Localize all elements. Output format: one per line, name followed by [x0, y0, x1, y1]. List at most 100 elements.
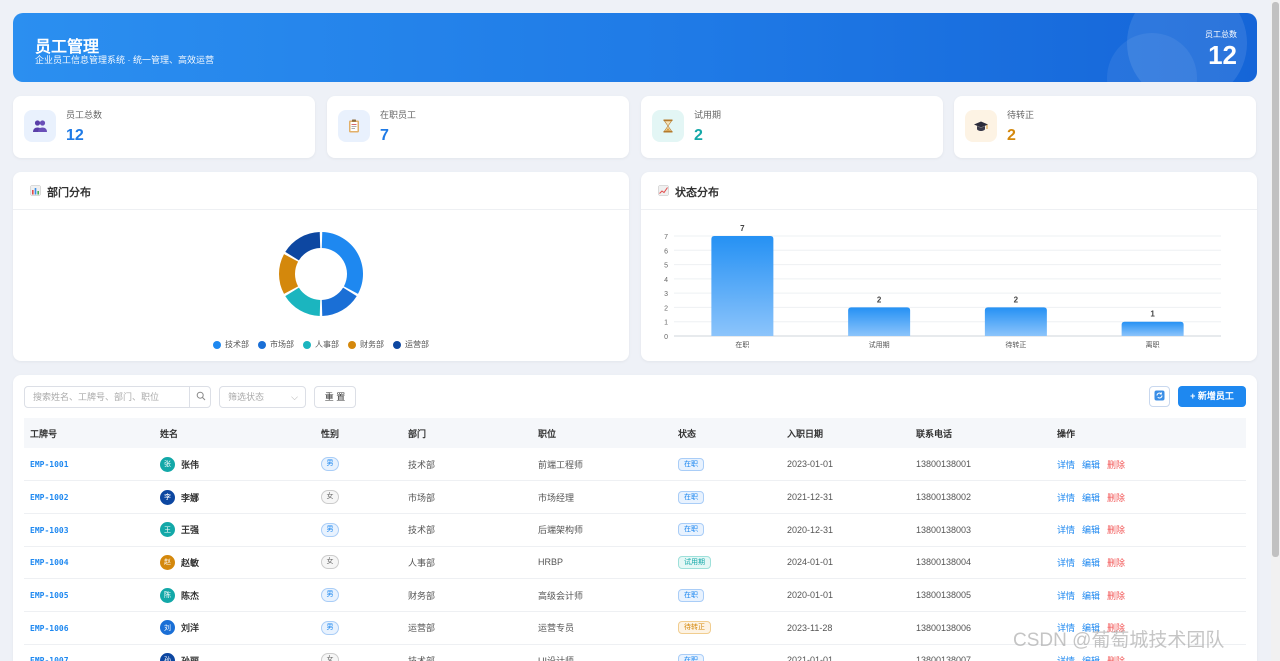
add-employee-button[interactable]: + 新增员工 [1178, 386, 1246, 407]
employee-id[interactable]: EMP-1003 [30, 526, 69, 535]
employee-id[interactable]: EMP-1005 [30, 591, 69, 600]
employee-name: 张伟 [181, 459, 200, 470]
bar-在职[interactable] [711, 236, 774, 336]
hire-date-cell: 2023-01-01 [787, 459, 834, 470]
bar-value-label: 2 [877, 295, 882, 304]
header-total-value: 12 [1208, 40, 1237, 70]
edit-link[interactable]: 编辑 [1082, 591, 1100, 601]
column-header[interactable]: 入职日期 [781, 418, 910, 448]
column-header[interactable]: 姓名 [154, 418, 315, 448]
x-tick-label: 待转正 [1005, 340, 1026, 349]
people-icon [24, 110, 56, 142]
delete-link[interactable]: 删除 [1107, 460, 1125, 470]
edit-link[interactable]: 编辑 [1082, 558, 1100, 568]
phone-cell: 13800138004 [916, 557, 972, 568]
status-badge: 试用期 [678, 555, 711, 569]
stat-label: 待转正 [1007, 110, 1035, 120]
detail-link[interactable]: 详情 [1057, 656, 1075, 661]
panel-title: 状态分布 [675, 187, 719, 199]
table-row[interactable]: EMP-1005 陈陈杰男财务部 高级会计师 在职 2020-01-01 13800138… [24, 579, 1246, 612]
employee-name-cell: 赵赵敏 [160, 554, 315, 570]
legend-item[interactable]: 市场部 [258, 339, 294, 350]
search-input[interactable]: 搜索姓名、工牌号、部门、职位 [24, 386, 211, 408]
position-cell: 运营专员 [538, 623, 575, 634]
table-row[interactable]: EMP-1001 张张伟男技术部 前端工程师 在职 2023-01-01 13800138… [24, 448, 1246, 481]
edit-link[interactable]: 编辑 [1082, 656, 1100, 661]
employee-id[interactable]: EMP-1006 [30, 624, 69, 633]
donut-slice-技术部[interactable] [321, 232, 363, 294]
status-filter-select[interactable]: 筛选状态 ⌵ [219, 386, 306, 408]
column-header[interactable]: 性别 [315, 418, 402, 448]
bar-试用期[interactable] [848, 307, 911, 336]
employee-name: 王强 [181, 525, 200, 536]
employee-name-cell: 李李娜 [160, 489, 315, 505]
hourglass-icon [652, 110, 684, 142]
column-header[interactable]: 职位 [532, 418, 672, 448]
search-button[interactable] [189, 386, 211, 408]
column-header[interactable]: 状态 [672, 418, 781, 448]
column-header[interactable]: 工牌号 [24, 418, 154, 448]
employee-name: 李娜 [181, 492, 200, 503]
refresh-icon [1154, 388, 1165, 406]
legend-swatch [393, 340, 401, 349]
legend-item[interactable]: 技术部 [213, 339, 249, 350]
delete-link[interactable]: 删除 [1107, 558, 1125, 568]
y-tick-label: 1 [664, 320, 668, 327]
legend-swatch [213, 340, 221, 349]
detail-link[interactable]: 详情 [1057, 591, 1075, 601]
scrollbar-thumb[interactable] [1272, 2, 1279, 557]
position-cell: 前端工程师 [538, 459, 584, 470]
delete-link[interactable]: 删除 [1107, 656, 1125, 661]
stat-card-total: 员工总数 12 [13, 96, 315, 158]
employee-id[interactable]: EMP-1007 [30, 656, 69, 661]
employee-id[interactable]: EMP-1004 [30, 558, 69, 567]
status-badge: 在职 [678, 490, 704, 504]
page-scrollbar[interactable] [1271, 0, 1280, 661]
hire-date-cell: 2024-01-01 [787, 557, 834, 568]
bar-离职[interactable] [1121, 321, 1184, 336]
donut-slice-市场部[interactable] [321, 287, 357, 316]
stat-card-pending: 待转正 2 [954, 96, 1256, 158]
legend-item[interactable]: 人事部 [303, 339, 339, 350]
delete-link[interactable]: 删除 [1107, 525, 1125, 535]
table-row[interactable]: EMP-1004 赵赵敏女人事部 HRBP 试用期 2024-01-01 13800138… [24, 546, 1246, 579]
legend-item[interactable]: 财务部 [348, 339, 384, 350]
detail-link[interactable]: 详情 [1057, 493, 1075, 503]
donut-slice-财务部[interactable] [279, 254, 299, 294]
bar-待转正[interactable] [984, 307, 1047, 336]
edit-link[interactable]: 编辑 [1082, 525, 1100, 535]
refresh-button[interactable] [1149, 386, 1170, 407]
detail-link[interactable]: 详情 [1057, 460, 1075, 470]
department-cell: 市场部 [408, 492, 436, 503]
employee-id[interactable]: EMP-1002 [30, 493, 69, 502]
avatar: 刘 [160, 620, 175, 636]
status-bar-chart: 0 1 2 3 4 5 6 7 7 在职 2 试用期 2 待转正 1 离职 [664, 224, 1221, 349]
reset-button[interactable]: 重 置 [314, 386, 356, 408]
legend-item[interactable]: 运营部 [393, 339, 429, 350]
legend-label: 人事部 [315, 340, 339, 349]
gender-badge: 男 [321, 522, 339, 537]
stat-label: 员工总数 [66, 110, 103, 120]
donut-slice-人事部[interactable] [285, 287, 321, 316]
edit-link[interactable]: 编辑 [1082, 493, 1100, 503]
status-badge: 在职 [678, 588, 704, 602]
edit-link[interactable]: 编辑 [1082, 460, 1100, 470]
employee-id[interactable]: EMP-1001 [30, 460, 69, 469]
position-cell: 市场经理 [538, 492, 575, 503]
column-header[interactable]: 部门 [402, 418, 532, 448]
avatar: 王 [160, 522, 175, 538]
detail-link[interactable]: 详情 [1057, 525, 1075, 535]
table-row[interactable]: EMP-1002 李李娜女市场部 市场经理 在职 2021-12-31 138001380… [24, 481, 1246, 514]
column-header[interactable]: 联系电话 [910, 418, 1051, 448]
chevron-down-icon: ⌵ [291, 392, 298, 402]
dept-distribution-panel: 部门分布 技术部 市场部 人事部 财务部 运营部 [13, 172, 629, 361]
donut-slice-运营部[interactable] [285, 232, 321, 261]
gender-badge: 男 [321, 620, 339, 635]
table-row[interactable]: EMP-1003 王王强男技术部 后端架构师 在职 2020-12-31 13800138… [24, 513, 1246, 547]
delete-link[interactable]: 删除 [1107, 591, 1125, 601]
department-cell: 运营部 [408, 623, 436, 634]
gender-badge: 男 [321, 588, 339, 603]
detail-link[interactable]: 详情 [1057, 558, 1075, 568]
y-tick-label: 7 [664, 234, 668, 241]
delete-link[interactable]: 删除 [1107, 493, 1125, 503]
